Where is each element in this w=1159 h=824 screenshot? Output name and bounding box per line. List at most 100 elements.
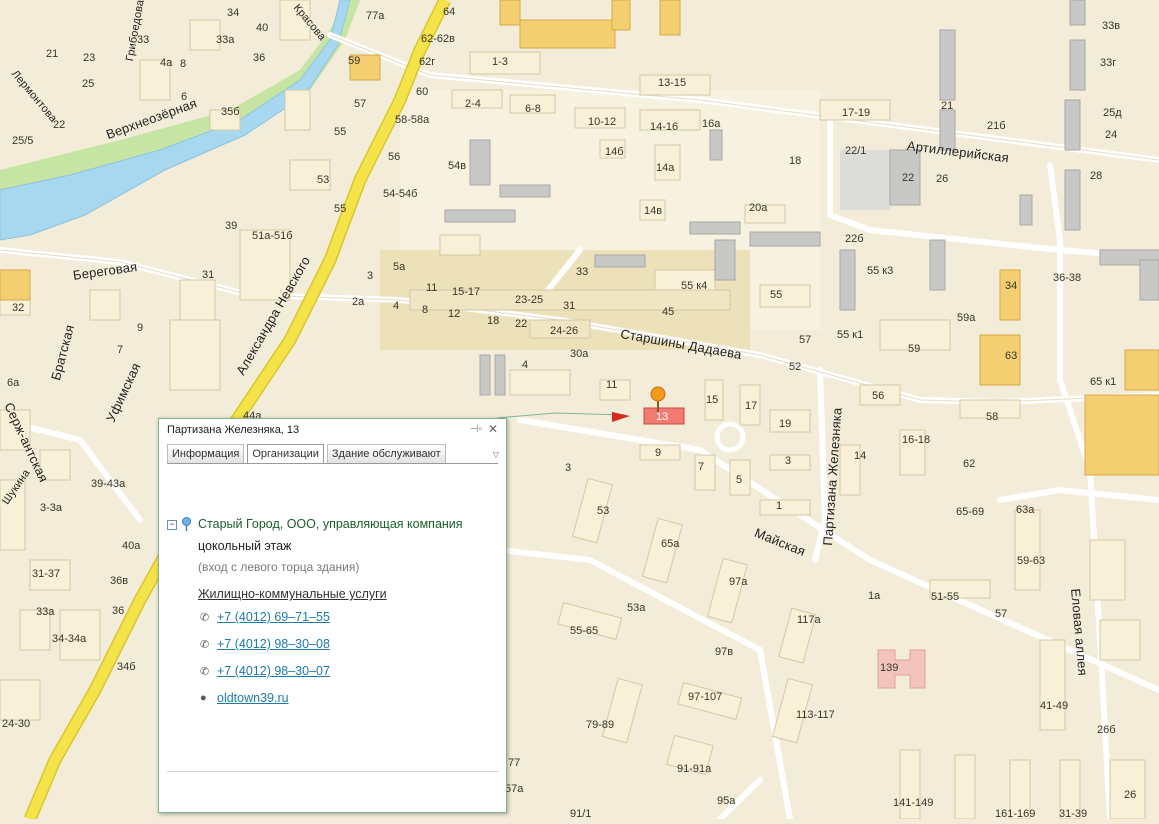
house-label: 55 (334, 126, 347, 138)
house-label: 1а (868, 590, 881, 602)
house-label: 53 (597, 505, 610, 517)
tabs-more-icon[interactable]: ▽ (493, 450, 499, 459)
house-label: 57 (995, 608, 1008, 620)
tab-information[interactable]: Информация (167, 444, 245, 463)
house-label: 65-69 (956, 506, 985, 518)
house-label: 4а (160, 57, 173, 69)
house-label: 55 к4 (681, 280, 708, 292)
house-label: 40 (256, 22, 269, 34)
house-label: 97-107 (688, 691, 723, 703)
house-label: 36в (110, 575, 129, 587)
house-label: 55 к3 (867, 265, 894, 277)
website-link[interactable]: oldtown39.ru (217, 691, 289, 705)
phone-row: ✆ +7 (4012) 98–30–07 (200, 664, 497, 682)
house-label: 25/5 (12, 135, 34, 147)
house-label: 26 (1124, 789, 1137, 801)
house-label: 141-149 (893, 797, 934, 809)
house-label: 22 (53, 119, 66, 131)
house-label: 64 (443, 6, 456, 18)
tab-organizations[interactable]: Организации (247, 444, 324, 463)
house-label: 36 (112, 605, 125, 617)
house-label: 63 (1005, 350, 1018, 362)
house-label: 3-3а (40, 502, 63, 514)
house-label: 36-38 (1053, 272, 1082, 284)
house-label: 51-55 (931, 591, 960, 603)
house-label: 16-18 (902, 434, 931, 446)
phone-link[interactable]: +7 (4012) 69–71–55 (217, 610, 330, 624)
house-label: 56 (872, 390, 885, 402)
house-label: 33а (216, 34, 235, 46)
house-label: 59-63 (1017, 555, 1046, 567)
house-label: 113-117 (796, 709, 835, 721)
house-label: 77 (508, 757, 521, 769)
house-label: 2-4 (465, 98, 481, 110)
phone-row: ✆ +7 (4012) 69–71–55 (200, 610, 497, 628)
house-label: 139 (880, 662, 899, 674)
house-label: 33г (1100, 57, 1117, 69)
house-label: 58 (986, 411, 999, 423)
tabs-divider (167, 463, 498, 464)
phone-link[interactable]: +7 (4012) 98–30–08 (217, 637, 330, 651)
house-label: 34 (1005, 280, 1018, 292)
house-label: 6 (181, 91, 188, 103)
house-label: 55 к1 (837, 329, 864, 341)
house-label: 54в (448, 160, 467, 172)
house-label: 20а (749, 202, 768, 214)
phone-link[interactable]: +7 (4012) 98–30–07 (217, 664, 330, 678)
house-label: 31 (202, 269, 215, 281)
collapse-icon[interactable]: − (167, 520, 177, 530)
house-label: 161-169 (995, 808, 1036, 820)
organization-category[interactable]: Жилищно-коммунальные услуги (198, 587, 497, 601)
house-label: 79-89 (586, 719, 615, 731)
info-popup[interactable]: Партизана Железняка, 13 ⊣▫ ✕ Информация … (158, 418, 507, 813)
house-label: 24 (1105, 129, 1118, 141)
house-label: 33 (137, 34, 150, 46)
popup-footer-divider (167, 771, 498, 772)
house-label: 21 (46, 48, 59, 60)
house-label: 3 (785, 455, 792, 467)
house-label: 36 (253, 52, 266, 64)
house-label: 22/1 (845, 145, 867, 157)
phone-icon: ✆ (200, 639, 210, 651)
organization-name[interactable]: Старый Город, ООО, управляющая компания (198, 517, 463, 531)
house-label: 23 (83, 52, 96, 64)
house-label: 10-12 (588, 116, 617, 128)
house-label: 16а (702, 118, 721, 130)
house-label: 15 (706, 394, 719, 406)
house-label: 30а (570, 348, 589, 360)
house-label: 24-30 (2, 718, 31, 730)
organization-entrance: (вход с левого торца здания) (198, 560, 360, 574)
house-label: 9 (655, 447, 662, 459)
pin-icon[interactable]: ⊣▫ (470, 424, 482, 435)
house-label: 53а (627, 602, 646, 614)
house-label: 25 (82, 78, 95, 90)
house-label: 55-65 (570, 625, 599, 637)
house-label: 34б (117, 661, 136, 673)
house-label: 33в (1102, 20, 1121, 32)
phone-row: ✆ +7 (4012) 98–30–08 (200, 637, 497, 655)
house-label: 35б (221, 106, 240, 118)
house-label: 95а (717, 795, 736, 807)
house-label: 40а (122, 540, 141, 552)
close-icon[interactable]: ✕ (488, 422, 498, 436)
house-label: 1-3 (492, 56, 508, 68)
website-row: ● oldtown39.ru (200, 691, 497, 709)
house-label: 34-34а (52, 633, 87, 645)
house-label: 59 (908, 343, 921, 355)
house-label: 55 (334, 203, 347, 215)
house-label: 26 (936, 173, 949, 185)
house-label: 3 (367, 270, 374, 282)
house-label: 53 (317, 174, 330, 186)
house-label: 8 (180, 58, 187, 70)
map-canvas[interactable]: Артиллерийская Старшины Дадаева Майская … (0, 0, 1159, 822)
house-label: 59 (348, 55, 361, 67)
house-label: 11 (606, 379, 618, 391)
globe-icon: ● (200, 692, 207, 704)
house-label: 13 (656, 411, 669, 423)
house-label: 17-19 (842, 107, 871, 119)
house-label: 117а (797, 614, 821, 626)
house-label: 4 (393, 300, 400, 312)
tab-building-services[interactable]: Здание обслуживают (326, 444, 446, 463)
house-label: 91/1 (570, 808, 592, 820)
house-label: 60 (416, 86, 429, 98)
